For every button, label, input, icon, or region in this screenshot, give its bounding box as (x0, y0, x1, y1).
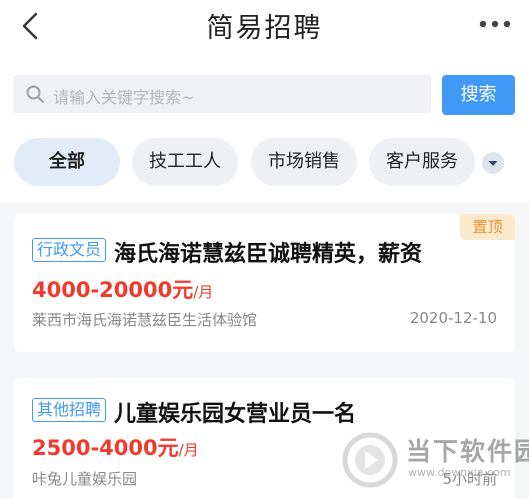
search-button[interactable]: 搜索 (442, 75, 515, 115)
search-placeholder: 请输入关键字搜索~ (53, 88, 195, 107)
company-name: 莱西市海氏海诺慧兹臣生活体验馆 (32, 311, 258, 329)
job-title: 儿童娱乐园女营业员一名 (114, 402, 357, 427)
job-category-tag: 其他招聘 (32, 398, 107, 422)
job-card[interactable]: 置顶 行政文员 海氏海诺慧兹臣诚聘精英，薪资 4000-20000元/月 莱西市… (14, 214, 515, 352)
page-title: 简易招聘 (206, 13, 323, 44)
search-bar: 请输入关键字搜索~ 搜索 (0, 56, 529, 126)
search-icon (26, 85, 44, 103)
more-dots-icon (479, 20, 511, 28)
job-salary: 2500-4000元/月 (32, 432, 199, 462)
salary-unit: /月 (193, 283, 214, 301)
category-tab-customer-service[interactable]: 客户服务 (369, 138, 475, 186)
category-tab-technician[interactable]: 技工工人 (132, 138, 238, 186)
company-name: 咔兔儿童娱乐园 (32, 470, 138, 488)
pinned-badge: 置顶 (460, 214, 515, 240)
category-tabs: 全部 技工工人 市场销售 客户服务 (0, 126, 529, 202)
top-nav-bar: 简易招聘 (0, 0, 529, 56)
chevron-down-icon (488, 161, 498, 166)
post-time: 2020-12-10 (409, 309, 497, 327)
search-input[interactable]: 请输入关键字搜索~ (13, 75, 431, 113)
watermark-name: 当下软件园 (406, 437, 529, 466)
watermark: 当下软件园 www.downxia.com (338, 424, 529, 499)
job-title: 海氏海诺慧兹臣诚聘精英，薪资 (114, 242, 423, 267)
job-salary: 4000-20000元/月 (32, 274, 213, 304)
job-category-tag: 行政文员 (32, 238, 107, 262)
salary-range: 2500-4000元 (32, 436, 179, 460)
more-button[interactable] (475, 14, 515, 34)
category-expand-button[interactable] (482, 152, 504, 174)
watermark-logo-icon (342, 432, 398, 488)
category-tab-all[interactable]: 全部 (14, 138, 120, 186)
salary-range: 4000-20000元 (32, 278, 194, 302)
watermark-url: www.downxia.com (408, 466, 511, 479)
salary-unit: /月 (178, 441, 199, 459)
category-tab-marketing-sales[interactable]: 市场销售 (251, 138, 357, 186)
